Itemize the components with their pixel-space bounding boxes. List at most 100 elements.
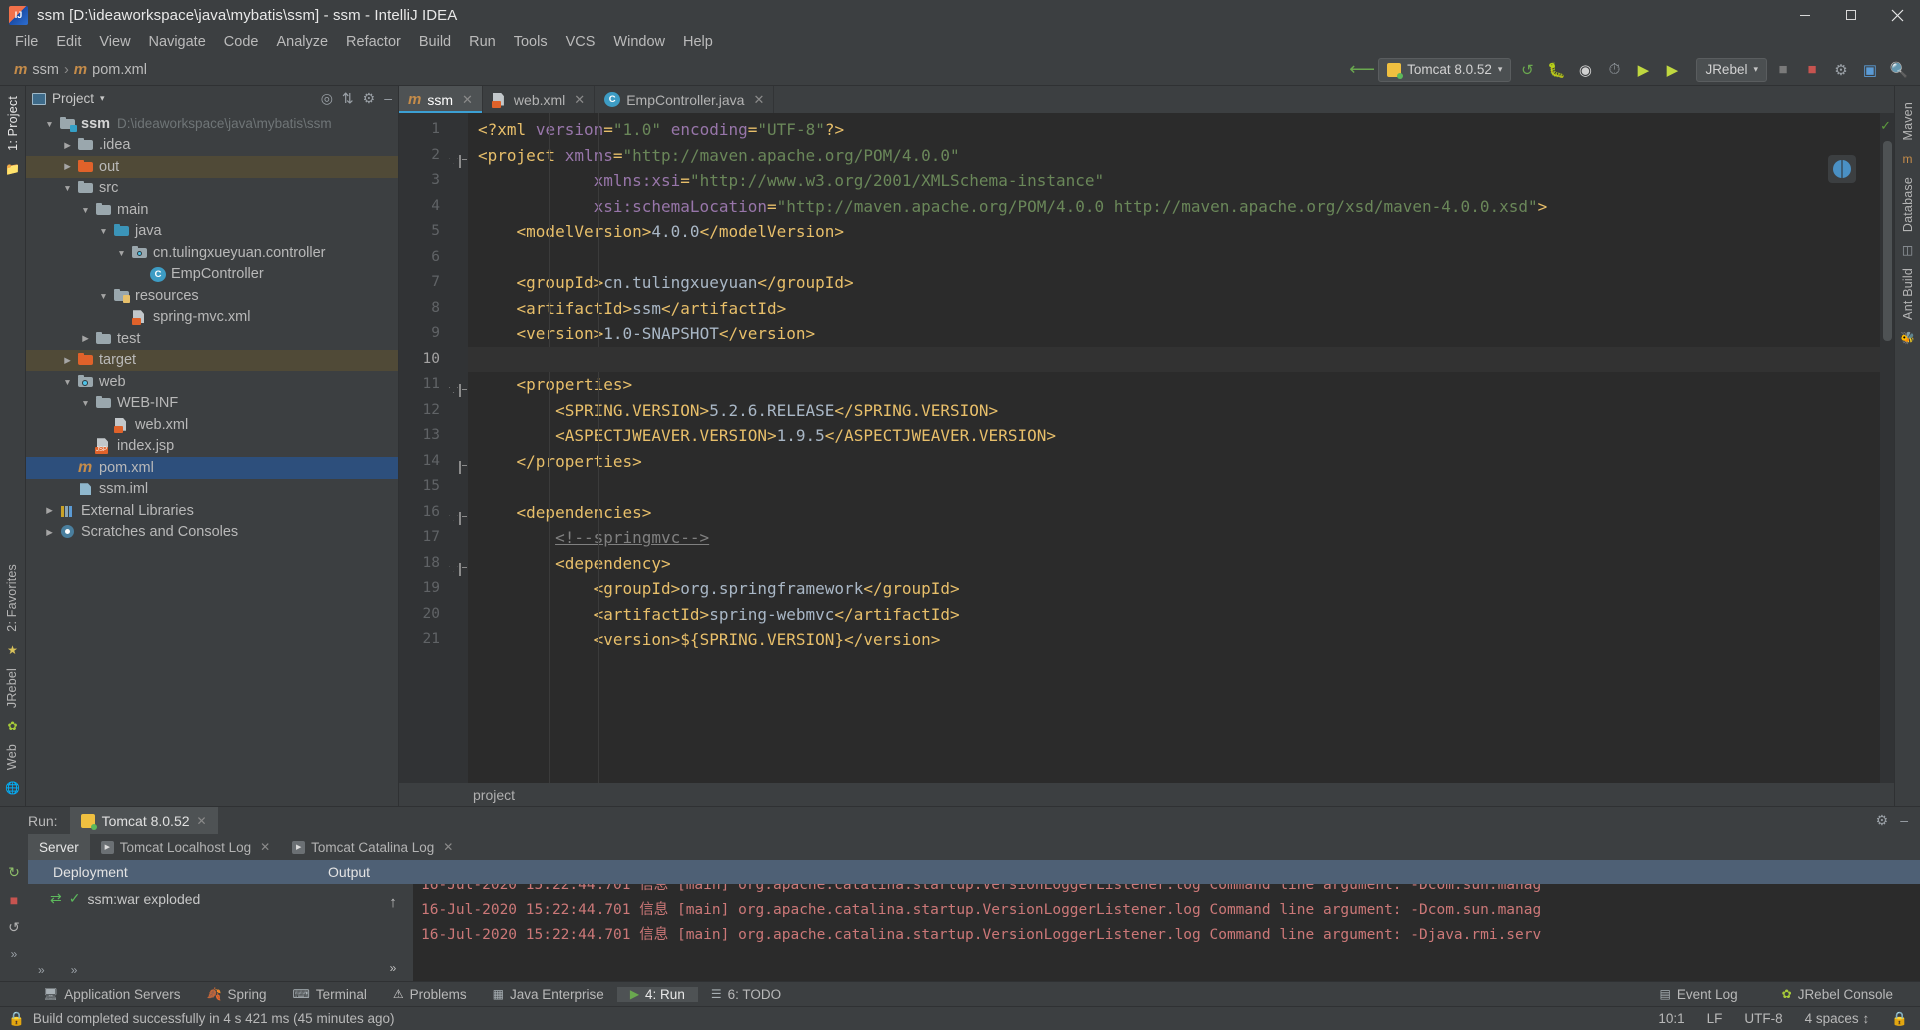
- tree-expander-icon[interactable]: ▼: [79, 398, 92, 408]
- tree-expander-icon[interactable]: ▼: [97, 226, 110, 236]
- code-line-5[interactable]: <modelVersion>4.0.0</modelVersion>: [468, 219, 1894, 245]
- bottom-bar-item-jrebel-console[interactable]: ✿ JRebel Console: [1769, 987, 1906, 1002]
- bottom-bar-item-application-servers[interactable]: 🖥 Application Servers: [30, 987, 194, 1002]
- tree-expander-icon[interactable]: ▶: [61, 161, 74, 172]
- gutter-line-15[interactable]: 15: [399, 474, 468, 500]
- code-line-9[interactable]: <version>1.0-SNAPSHOT</version>: [468, 321, 1894, 347]
- tree-item-ssm[interactable]: ▼ ssm D:\ideaworkspace\java\mybatis\ssm: [26, 113, 398, 135]
- code-line-7[interactable]: <groupId>cn.tulingxueyuan</groupId>: [468, 270, 1894, 296]
- fold-collapse-icon[interactable]: [449, 557, 461, 576]
- chevron-down-icon-project[interactable]: ▾: [100, 93, 105, 104]
- minimize-button[interactable]: [1782, 0, 1828, 30]
- gutter-line-7[interactable]: 7: [399, 270, 468, 296]
- menu-vcs[interactable]: VCS: [557, 32, 605, 52]
- bottom-bar-item-problems[interactable]: ⚠ Problems: [380, 987, 480, 1002]
- menu-refactor[interactable]: Refactor: [337, 32, 410, 52]
- deployment-item[interactable]: ⇄ ✓ ssm:war exploded: [28, 884, 373, 907]
- rail-item-project[interactable]: 1: Project: [6, 90, 20, 157]
- close-icon[interactable]: ✕: [462, 92, 473, 108]
- tree-item-web-inf[interactable]: ▼ WEB-INF: [26, 393, 398, 415]
- gutter-line-6[interactable]: 6: [399, 245, 468, 271]
- maximize-button[interactable]: [1828, 0, 1874, 30]
- stop-red-icon[interactable]: ■: [1799, 57, 1825, 83]
- gutter-line-16[interactable]: 16: [399, 500, 468, 526]
- fold-collapse-icon[interactable]: [449, 506, 461, 525]
- close-icon[interactable]: ✕: [260, 840, 270, 854]
- hide-icon[interactable]: –: [384, 90, 392, 107]
- more-icon[interactable]: »: [11, 947, 18, 961]
- code-line-12[interactable]: <SPRING.VERSION>5.2.6.RELEASE</SPRING.VE…: [468, 398, 1894, 424]
- expand-icon-3[interactable]: »: [390, 961, 397, 981]
- collapse-all-icon[interactable]: ⇅: [342, 90, 354, 107]
- tree-item-target[interactable]: ▶ target: [26, 349, 398, 371]
- gutter-line-3[interactable]: 3: [399, 168, 468, 194]
- run-subtab-tomcat-localhost-log[interactable]: Tomcat Localhost Log ✕: [90, 834, 281, 860]
- jrebel-run-icon[interactable]: ▶: [1630, 57, 1656, 83]
- tree-expander-icon[interactable]: ▼: [61, 377, 74, 387]
- code-line-13[interactable]: <ASPECTJWEAVER.VERSION>1.9.5</ASPECTJWEA…: [468, 423, 1894, 449]
- settings-icon-run[interactable]: ⚙: [1876, 812, 1889, 829]
- menu-analyze[interactable]: Analyze: [267, 32, 337, 52]
- expand-icon-2[interactable]: »: [71, 963, 78, 977]
- build-icon[interactable]: ⟵: [1349, 57, 1375, 83]
- code-line-19[interactable]: <groupId>org.springframework</groupId>: [468, 576, 1894, 602]
- menu-build[interactable]: Build: [410, 32, 460, 52]
- gutter-line-10[interactable]: 10: [399, 347, 468, 373]
- tree-expander-icon[interactable]: ▼: [115, 248, 128, 258]
- rail-item-database[interactable]: Database: [1901, 171, 1915, 238]
- code-line-8[interactable]: <artifactId>ssm</artifactId>: [468, 296, 1894, 322]
- run-configuration-selector[interactable]: Tomcat 8.0.52 ▾: [1378, 57, 1512, 82]
- tree-item-out[interactable]: ▶ out: [26, 156, 398, 178]
- tree-item-test[interactable]: ▶ test: [26, 328, 398, 350]
- editor-breadcrumb-project[interactable]: project: [473, 787, 515, 803]
- gutter-line-12[interactable]: 12: [399, 398, 468, 424]
- tree-item-main[interactable]: ▼ main: [26, 199, 398, 221]
- expand-icon-1[interactable]: »: [38, 963, 45, 977]
- editor-tab-ssm[interactable]: m ssm ✕: [399, 86, 483, 113]
- code-line-1[interactable]: <?xml version="1.0" encoding="UTF-8"?>: [468, 117, 1894, 143]
- tree-item-idea[interactable]: ▶ .idea: [26, 135, 398, 157]
- close-icon[interactable]: ✕: [443, 840, 453, 854]
- bottom-bar-item-4-run[interactable]: ▶ 4: Run: [616, 986, 698, 1002]
- code-line-15[interactable]: [468, 474, 1894, 500]
- gutter-line-17[interactable]: 17: [399, 525, 468, 551]
- fold-collapse-icon[interactable]: [449, 149, 461, 168]
- stop-icon[interactable]: ■: [1770, 57, 1796, 83]
- profile-icon[interactable]: ⏱: [1601, 57, 1627, 83]
- gutter-line-5[interactable]: 5: [399, 219, 468, 245]
- tree-expander-icon[interactable]: ▶: [61, 140, 74, 151]
- gutter-line-21[interactable]: 21: [399, 627, 468, 653]
- rail-item-ant-build[interactable]: Ant Build: [1901, 262, 1915, 326]
- menu-edit[interactable]: Edit: [47, 32, 90, 52]
- menu-help[interactable]: Help: [674, 32, 722, 52]
- jrebel-configuration-selector[interactable]: JRebel ▾: [1696, 57, 1767, 82]
- gutter-line-20[interactable]: 20: [399, 602, 468, 628]
- fold-collapse-icon[interactable]: [449, 378, 461, 397]
- gutter-line-8[interactable]: 8: [399, 296, 468, 322]
- tree-item-web[interactable]: ▼ web: [26, 371, 398, 393]
- fold-end-icon[interactable]: [449, 455, 461, 474]
- tree-expander-icon[interactable]: ▶: [43, 505, 56, 516]
- code-line-6[interactable]: [468, 245, 1894, 271]
- run-with-coverage-icon[interactable]: ◉: [1572, 57, 1598, 83]
- rail-item-maven[interactable]: Maven: [1901, 96, 1915, 147]
- code-line-20[interactable]: <artifactId>spring-webmvc</artifactId>: [468, 602, 1894, 628]
- gutter-line-14[interactable]: 14: [399, 449, 468, 475]
- tree-expander-icon[interactable]: ▶: [61, 355, 74, 366]
- editor-tab-web-xml[interactable]: < web.xml ✕: [483, 86, 596, 113]
- tree-expander-icon[interactable]: ▶: [79, 333, 92, 344]
- tree-expander-icon[interactable]: ▼: [97, 291, 110, 301]
- code-line-3[interactable]: xmlns:xsi="http://www.w3.org/2001/XMLSch…: [468, 168, 1894, 194]
- run-subtab-server[interactable]: Server: [28, 834, 90, 860]
- restart-icon[interactable]: ↺: [8, 919, 20, 936]
- menu-view[interactable]: View: [90, 32, 139, 52]
- settings-icon[interactable]: ⚙: [363, 90, 376, 107]
- gutter-line-1[interactable]: 1: [399, 117, 468, 143]
- locate-icon[interactable]: ◎: [321, 90, 333, 107]
- rail-item-web[interactable]: Web: [5, 738, 19, 776]
- tree-item-cn-tulingxueyuan-controller[interactable]: ▼ cn.tulingxueyuan.controller: [26, 242, 398, 264]
- stop-icon-run[interactable]: ■: [10, 892, 18, 908]
- rerun-icon[interactable]: ↻: [8, 864, 20, 881]
- gutter-line-11[interactable]: 11: [399, 372, 468, 398]
- bottom-bar-item-event-log[interactable]: ▤ Event Log: [1646, 987, 1750, 1002]
